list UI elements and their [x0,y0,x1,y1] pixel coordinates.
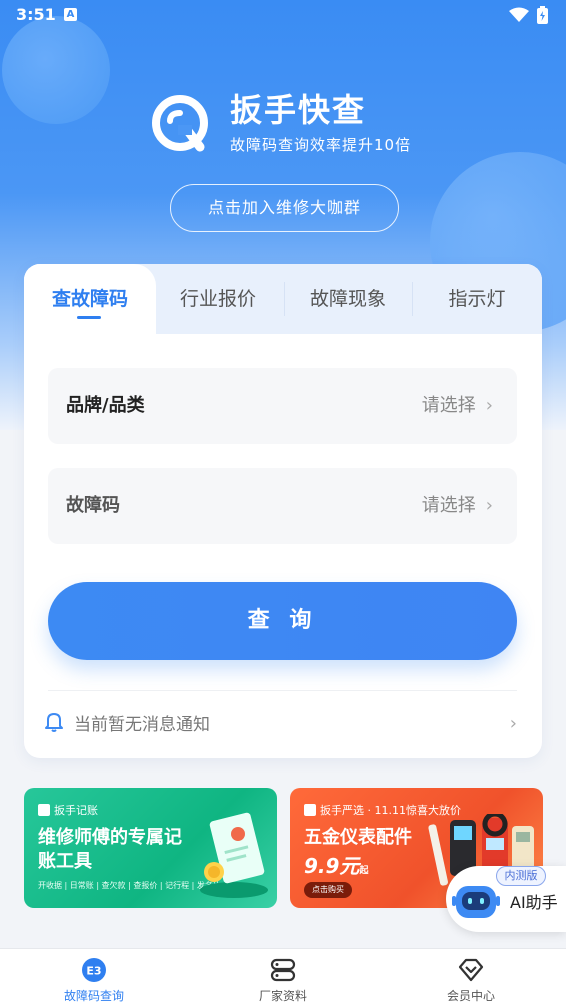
notification-icon: A [64,8,77,21]
decorative-bubble [2,16,110,124]
notification-row[interactable]: 当前暂无消息通知 › [45,690,517,752]
app-logo-icon [152,94,208,151]
brand-category-value: 请选择 [421,395,476,416]
nav-member-center[interactable]: 会员中心 [411,949,531,1008]
app-slogan: 故障码查询效率提升10倍 [230,136,412,154]
tab-fault-code[interactable]: 查故障码 [24,264,156,334]
tab-indicator-light[interactable]: 指示灯 [412,264,542,334]
tab-industry-quote[interactable]: 行业报价 [156,264,280,334]
fault-code-icon-text: E3 [86,965,101,978]
bell-icon [45,713,63,732]
brand-mark-icon [38,804,50,816]
notification-text: 当前暂无消息通知 [74,715,210,735]
banner-price-suffix: 起 [359,866,369,876]
banner-tag: 扳手记账 [54,804,98,817]
server-stack-icon [270,958,296,982]
query-button[interactable]: 查 询 [48,582,517,660]
beta-badge: 内测版 [496,866,546,886]
tab-active-indicator [77,316,101,319]
receipt-illustration [200,812,268,898]
nav-label: 故障码查询 [63,989,124,1003]
fault-code-label: 故障码 [66,495,120,516]
robot-icon [452,886,500,918]
chevron-right-icon: › [509,713,517,734]
brand-mark-icon [304,804,316,816]
buy-button[interactable]: 点击购买 [304,882,352,898]
brand-category-selector[interactable]: 品牌/品类 请选择 › [48,368,517,444]
nav-fault-code-query[interactable]: E3 故障码查询 [34,949,154,1008]
fault-code-selector[interactable]: 故障码 请选择 › [48,468,517,544]
diamond-icon [458,958,484,982]
tab-bar: 查故障码 行业报价 故障现象 指示灯 [24,264,542,334]
nav-manufacturer-docs[interactable]: 厂家资料 [223,949,343,1008]
nav-label: 厂家资料 [258,989,307,1003]
chevron-right-icon: › [485,395,493,416]
status-bar: 3:51 A [0,0,566,30]
banner-accounting[interactable]: 扳手记账 维修师傅的专属记账工具 开收据 | 日常账 | 查欠款 | 查报价 |… [24,788,277,908]
bottom-navigation: E3 故障码查询 厂家资料 会员中心 [0,948,566,1008]
query-card: 查故障码 行业报价 故障现象 指示灯 品牌/品类 请选择 › 故障码 请选择 › 查… [24,264,542,758]
banner-title: 维修师傅的专属记账工具 [38,827,182,872]
banner-price: 9.9元 [304,854,360,878]
wifi-icon [509,7,529,22]
app-name: 扳手快查 [230,91,367,129]
tab-fault-symptom[interactable]: 故障现象 [284,264,412,334]
app-logo-block: 扳手快查 故障码查询效率提升10倍 [148,90,411,155]
join-group-button[interactable]: 点击加入维修大咖群 [170,184,399,232]
fault-code-icon: E3 [82,958,106,982]
battery-icon [537,6,548,24]
nav-label: 会员中心 [446,989,495,1003]
status-time: 3:51 [16,5,56,24]
chevron-right-icon: › [485,495,493,516]
brand-category-label: 品牌/品类 [66,395,145,416]
fault-code-value: 请选择 [421,495,476,516]
